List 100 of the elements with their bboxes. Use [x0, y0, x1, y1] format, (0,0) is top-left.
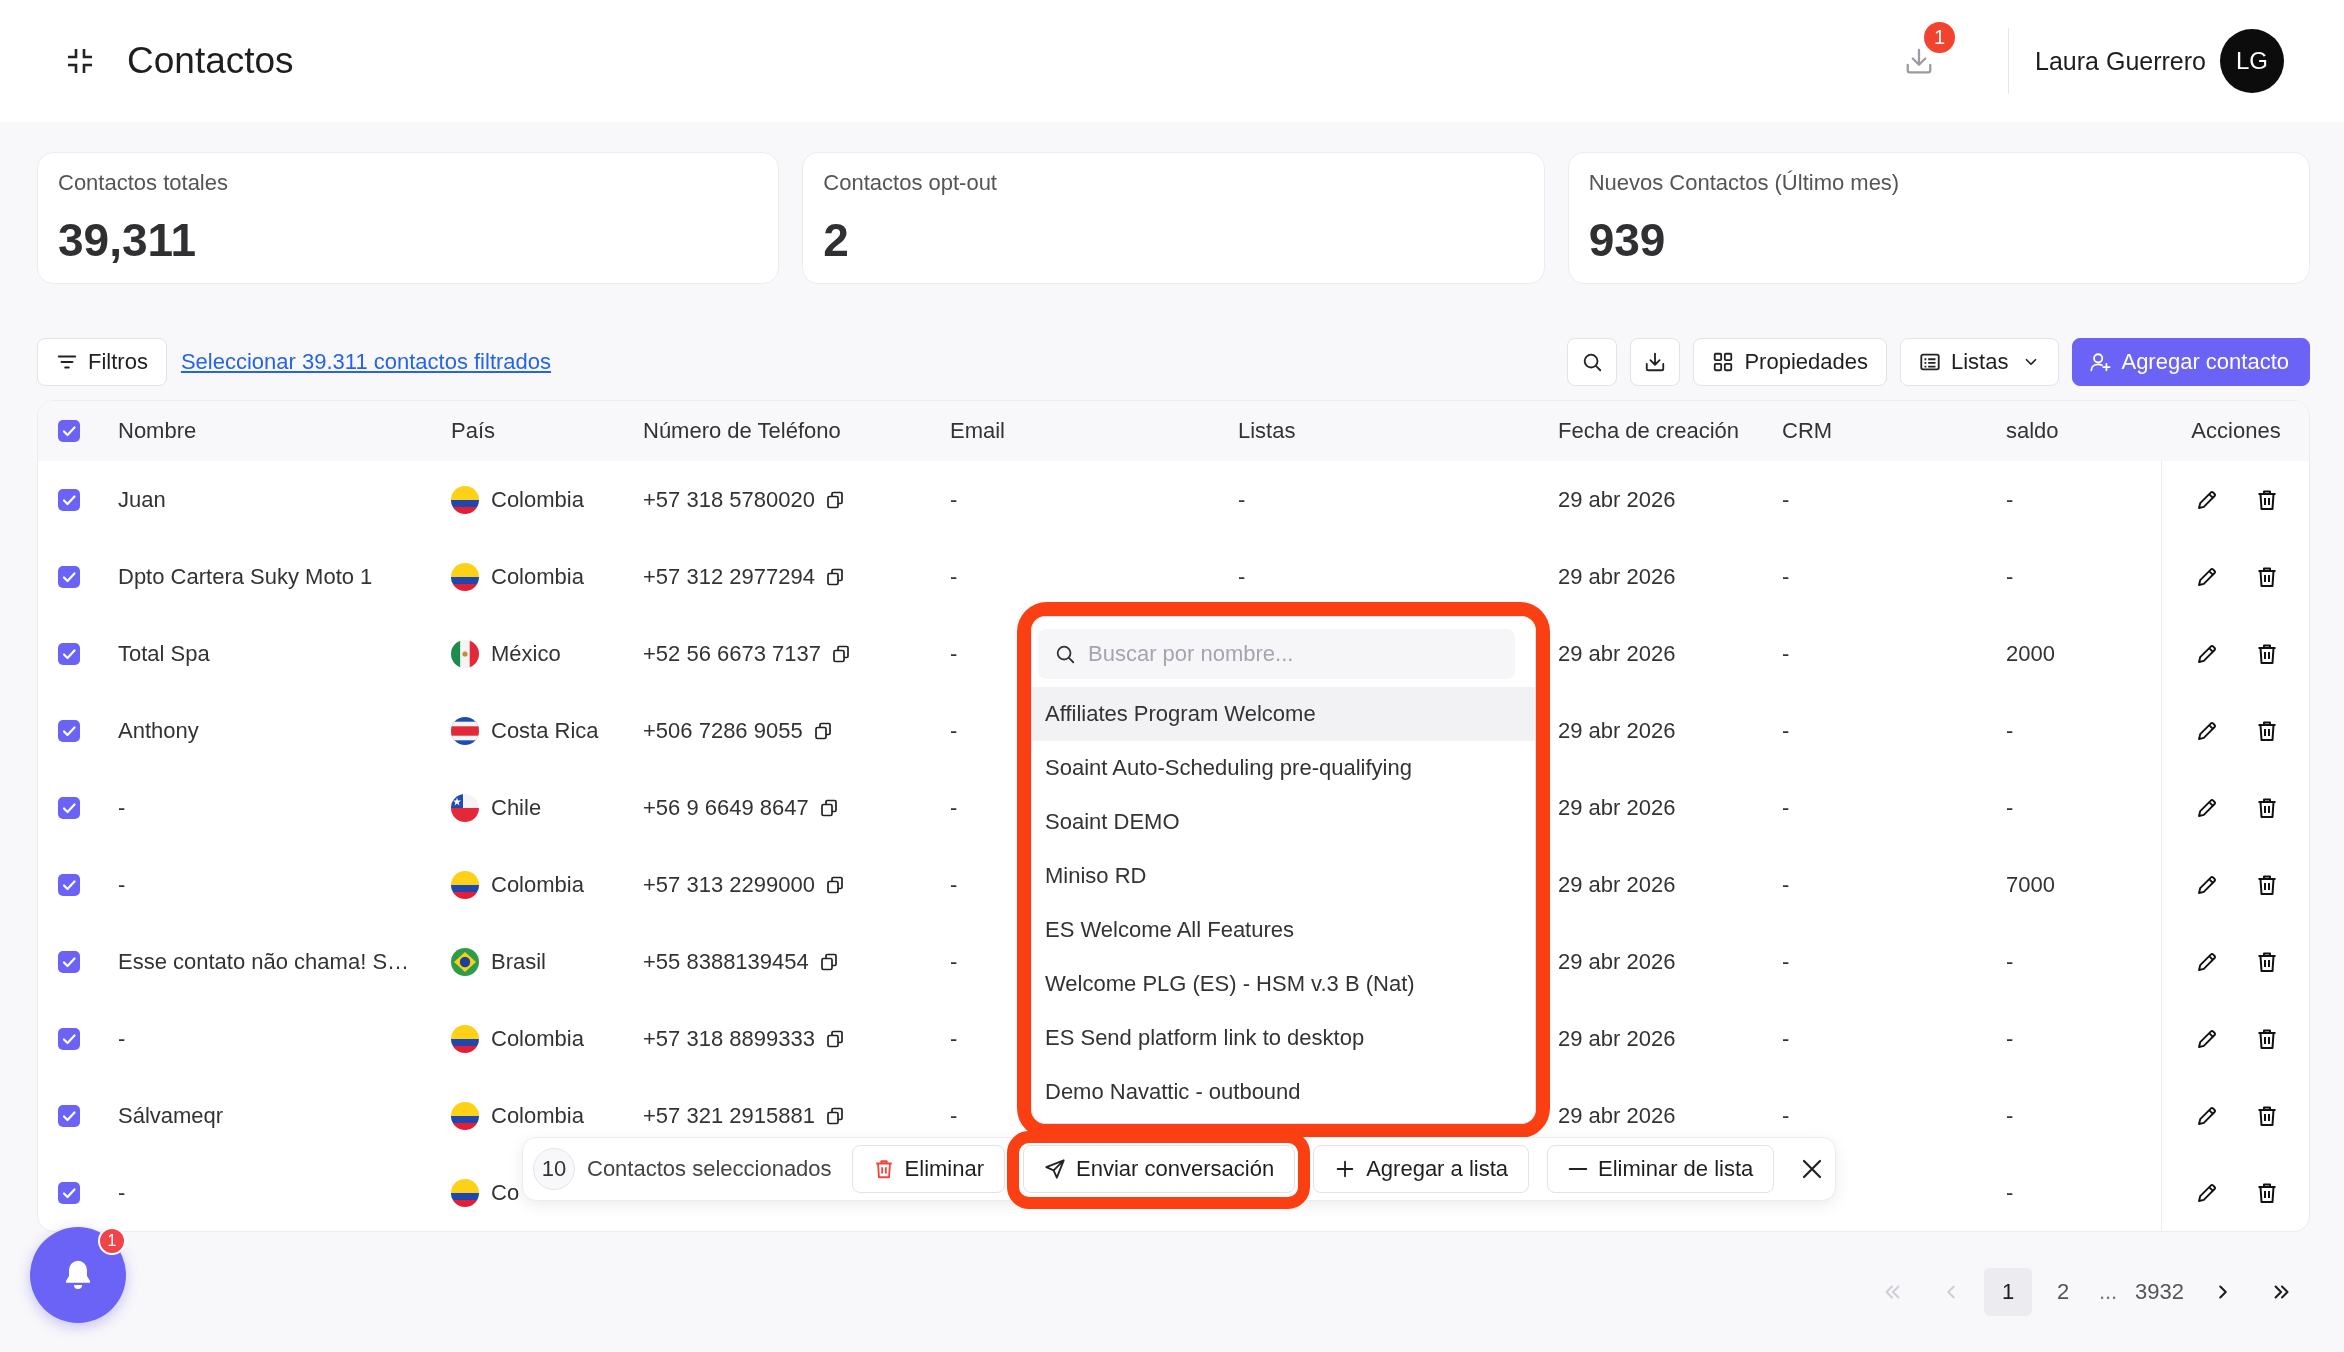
search-input[interactable]: Buscar por nombre... [1088, 634, 1515, 674]
table-cell: - [2006, 948, 2014, 975]
table-cell: - [118, 794, 126, 821]
flag-icon [451, 1024, 479, 1053]
table-cell: Dpto Cartera Suky Moto 1 [118, 563, 373, 590]
table-cell: - [1782, 948, 1790, 975]
flag-icon [451, 716, 479, 745]
table-cell: 29 abr 2026 [1558, 871, 1676, 898]
dropdown-item[interactable]: Affiliates Program Welcome [1032, 687, 1535, 741]
selection-label: Contactos seleccionados [587, 1156, 832, 1182]
dropdown-item[interactable]: ES Send platform link to desktop [1032, 1011, 1535, 1065]
checkbox[interactable] [58, 1027, 80, 1050]
copy-icon[interactable] [824, 566, 845, 587]
page-button[interactable]: 1 [1984, 1268, 2033, 1316]
column-header: Listas [1238, 418, 1296, 444]
table-cell: Total Spa [118, 640, 210, 667]
table-cell: - [2006, 563, 2014, 590]
search-icon [1581, 351, 1604, 373]
table-cell: - [1782, 640, 1790, 667]
table-cell: - [1782, 717, 1790, 744]
download-icon [1644, 351, 1667, 373]
checkbox[interactable] [58, 488, 80, 511]
filter-button[interactable]: Filtros [37, 338, 167, 386]
table-cell: +57 321 2915881 [643, 1102, 815, 1129]
stat-label: Nuevos Contactos (Último mes) [1588, 170, 1901, 196]
table-cell: Juan [118, 486, 166, 513]
checkbox[interactable] [58, 950, 80, 973]
checkbox[interactable] [58, 420, 80, 442]
table-cell: +56 9 6649 8647 [643, 794, 809, 821]
search-button[interactable] [1567, 338, 1618, 386]
delete-button[interactable]: Eliminar [851, 1145, 1006, 1193]
flag-icon [451, 793, 479, 822]
checkbox[interactable] [58, 873, 80, 896]
table-cell: - [118, 871, 126, 898]
copy-icon[interactable] [818, 951, 839, 972]
table-cell: Brasil [491, 948, 546, 975]
column-header: CRM [1782, 418, 1833, 444]
dropdown-item[interactable]: Welcome PLG (ES) - HSM v.3 B (Nat) [1032, 957, 1535, 1011]
table-cell: - [2006, 1025, 2014, 1052]
dropdown-item[interactable]: Miniso RD [1032, 849, 1535, 903]
table-cell: - [1782, 794, 1790, 821]
page-title: Contactos [127, 40, 294, 82]
checkbox[interactable] [58, 796, 80, 819]
properties-button[interactable]: Propiedades [1693, 338, 1887, 386]
column-header: Acciones [2191, 418, 2281, 444]
table-cell: +55 8388139454 [643, 948, 809, 975]
checkbox[interactable] [58, 1104, 80, 1127]
send-conversation-button[interactable]: Enviar conversación [1023, 1145, 1296, 1193]
select-all-link[interactable]: Seleccionar 39.311 contactos filtrados [180, 349, 552, 375]
table-cell: - [2006, 717, 2014, 744]
table-cell: Colombia [491, 1102, 584, 1129]
table-cell: - [1238, 486, 1246, 513]
page-button[interactable]: 3932 [2129, 1268, 2190, 1316]
table-cell: - [1782, 563, 1790, 590]
table-cell: 29 abr 2026 [1558, 1102, 1676, 1129]
table-cell: Colombia [491, 1025, 584, 1052]
search-field[interactable]: Buscar por nombre... [1038, 629, 1515, 679]
notifications-button[interactable] [30, 1227, 126, 1323]
table-cell: Sálvameqr [118, 1102, 224, 1129]
flag-icon [451, 562, 479, 591]
table-cell: - [950, 1102, 958, 1129]
table-cell: - [950, 640, 958, 667]
checkbox[interactable] [58, 642, 80, 665]
table-cell: +506 7286 9055 [643, 717, 803, 744]
copy-icon[interactable] [831, 643, 851, 664]
dropdown-item[interactable]: Soaint DEMO [1032, 795, 1535, 849]
user-avatar[interactable]: LG [2220, 29, 2284, 93]
page-button[interactable]: 2 [2039, 1268, 2088, 1316]
copy-icon[interactable] [812, 720, 833, 741]
checkbox[interactable] [58, 719, 80, 742]
column-header: Número de Teléfono [643, 418, 841, 444]
export-button[interactable] [1630, 338, 1681, 386]
table-cell: México [491, 640, 561, 667]
table-cell: - [1782, 1025, 1790, 1052]
table-cell: Co [491, 1179, 520, 1206]
copy-icon[interactable] [824, 1105, 845, 1126]
copy-icon[interactable] [824, 489, 845, 510]
table-cell: - [950, 717, 958, 744]
table-cell: - [2006, 794, 2014, 821]
table-cell: Anthony [118, 717, 199, 744]
column-header: Nombre [118, 418, 197, 444]
add-to-list-button[interactable]: Agregar a lista [1313, 1145, 1530, 1193]
dropdown-item[interactable]: ES Welcome All Features [1032, 903, 1535, 957]
table-cell: - [950, 871, 958, 898]
remove-from-list-button[interactable]: Eliminar de lista [1547, 1145, 1775, 1193]
table-cell: - [118, 1179, 126, 1206]
table-cell: 29 abr 2026 [1558, 563, 1676, 590]
notification-badge: 1 [1924, 22, 1956, 53]
copy-icon[interactable] [818, 797, 839, 818]
add-contact-button[interactable]: Agregar contacto [2072, 338, 2310, 386]
copy-icon[interactable] [824, 1028, 845, 1049]
dropdown-item[interactable]: Soaint Auto-Scheduling pre-qualifying [1032, 741, 1535, 795]
column-header: País [451, 418, 496, 444]
collapse-icon[interactable] [66, 47, 94, 75]
dropdown-item[interactable]: Demo Navattic - outbound [1032, 1065, 1535, 1119]
lists-button[interactable]: Listas [1899, 338, 2060, 386]
checkbox[interactable] [58, 1181, 80, 1204]
pagination-ellipsis: ... [2097, 1278, 2119, 1306]
copy-icon[interactable] [824, 874, 845, 895]
checkbox[interactable] [58, 565, 80, 588]
